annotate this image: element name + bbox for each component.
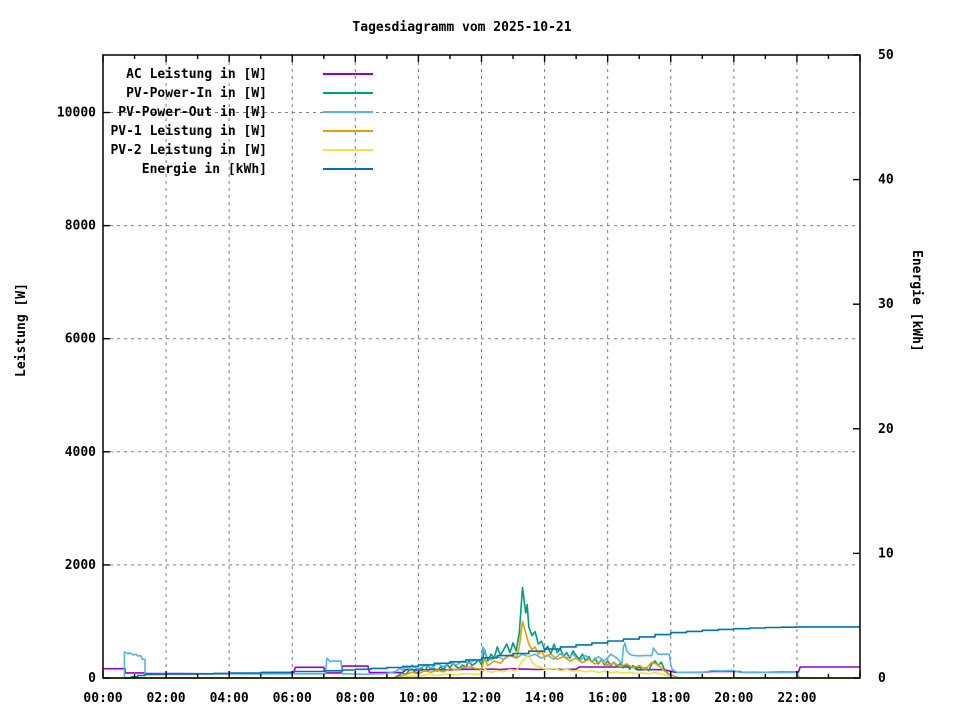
series-line-6 (124, 626, 860, 679)
y1-tick-label: 10000 (57, 106, 96, 121)
y2-tick-label: 20 (878, 422, 894, 437)
y2-tick-label: 10 (878, 546, 894, 561)
x-tick-label: 18:00 (651, 691, 690, 706)
x-tick-label: 10:00 (399, 691, 438, 706)
x-tick-label: 16:00 (588, 691, 627, 706)
plot-canvas: 00:00 02:00 04:00 06:00 08:00 10:00 12:00 14:00… (57, 48, 894, 706)
x-tick-label: 22:00 (777, 691, 816, 706)
x-tick-label: 00:00 (83, 691, 122, 706)
y2-tick-label: 40 (878, 173, 894, 188)
x-tick-label: 04:00 (210, 691, 249, 706)
x-tick-label: 14:00 (525, 691, 564, 706)
x-tick-label: 12:00 (462, 691, 501, 706)
x-tick-label: 02:00 (147, 691, 186, 706)
y1-tick-label: 4000 (65, 445, 96, 460)
x-tick-label: 08:00 (336, 691, 375, 706)
legend-label: PV-Power-In in [W] (126, 86, 267, 101)
y2-tick-label: 0 (878, 671, 886, 686)
x-tick-label: 06:00 (273, 691, 312, 706)
y1-tick-label: 6000 (65, 332, 96, 347)
y1-tick-label: 2000 (65, 558, 96, 573)
y2-tick-label: 30 (878, 297, 894, 312)
legend-label: Energie in [kWh] (142, 162, 267, 177)
y1-tick-label: 0 (88, 671, 96, 686)
legend-label: PV-2 Leistung in [W] (110, 143, 267, 158)
chart-page: Tagesdiagramm vom 2025-10-21 Leistung [W… (0, 0, 960, 720)
x-tick-label: 20:00 (714, 691, 753, 706)
y1-tick-label: 8000 (65, 219, 96, 234)
y2-tick-label: 50 (878, 48, 894, 63)
legend-label: AC Leistung in [W] (126, 67, 267, 82)
legend-label: PV-1 Leistung in [W] (110, 124, 267, 139)
legend-label: PV-Power-Out in [W] (118, 105, 267, 120)
